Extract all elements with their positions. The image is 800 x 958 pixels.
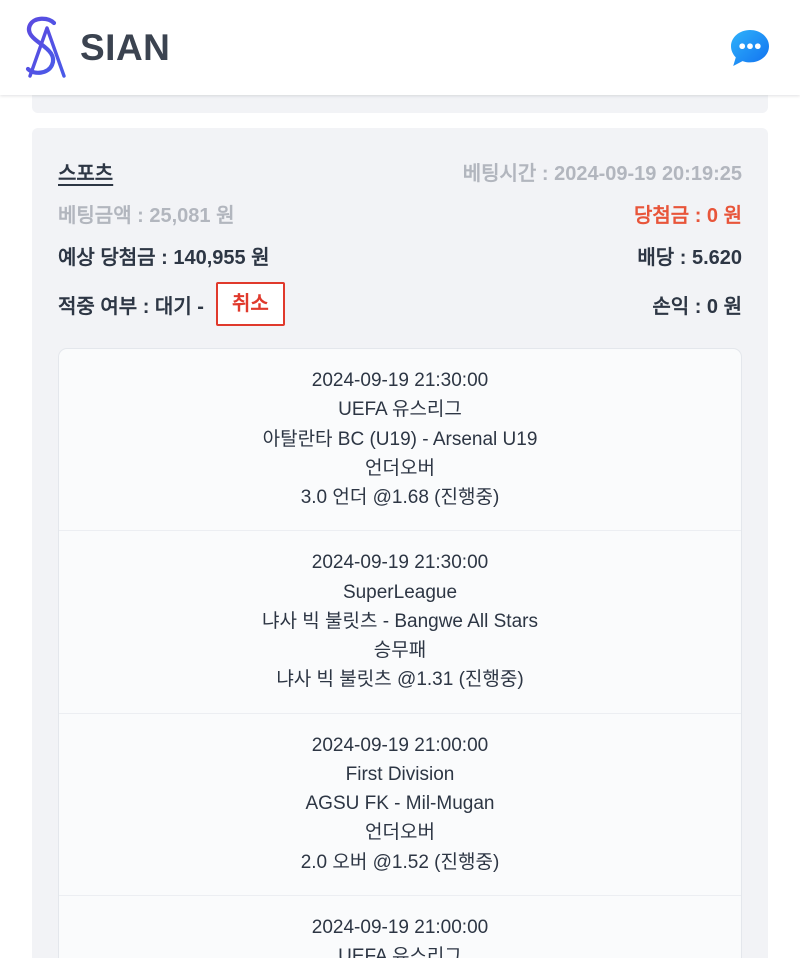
selection-market: 언더오버: [365, 822, 435, 844]
cancel-button[interactable]: 취소: [215, 282, 285, 326]
selection-market: 승무패: [373, 640, 427, 661]
result-status-label: 적중 여부 : 대기 -: [58, 295, 204, 318]
summary-row-status: 적중 여부 : 대기 - 취소 손익 : 0 원: [58, 276, 742, 332]
selection-item[interactable]: 2024-09-19 21:00:00 First Division AGSU …: [59, 712, 741, 895]
previous-ticket-card-partial[interactable]: [32, 95, 768, 113]
summary-row-amount: 베팅금액 : 25,081 원 당첨금 : 0 원: [58, 192, 742, 234]
selection-pick: 냐사 빅 불릿츠 @1.31 (진행중): [276, 669, 524, 691]
chat-bubble-icon: [727, 25, 773, 71]
selection-item[interactable]: 2024-09-19 21:00:00 UEFA 유스리그 페예노르트 U19 …: [59, 894, 741, 958]
selection-match: AGSU FK - Mil-Mugan: [305, 793, 495, 814]
selection-match: 아탈란타 BC (U19) - Arsenal U19: [262, 428, 538, 450]
selection-time: 2024-09-19 21:30:00: [311, 370, 489, 391]
win-amount-value: 당첨금 : 0 원: [633, 204, 742, 227]
page-body: 스포츠 베팅시간 : 2024-09-19 20:19:25 베팅금액 : 25…: [0, 95, 800, 958]
selection-match: 냐사 빅 불릿츠 - Bangwe All Stars: [262, 610, 538, 632]
app-header: SIAN: [0, 0, 800, 95]
chat-button[interactable]: [726, 24, 774, 72]
selection-league: SuperLeague: [342, 581, 458, 603]
odds-value: 배당 : 5.620: [637, 246, 742, 269]
sian-monogram-logo-icon: [14, 12, 80, 84]
brand-home-link[interactable]: SIAN: [14, 12, 170, 84]
selection-time: 2024-09-19 21:30:00: [311, 552, 489, 574]
selection-league: First Division: [345, 763, 455, 785]
selection-item[interactable]: 2024-09-19 21:30:00 UEFA 유스리그 아탈란타 BC (U…: [59, 349, 741, 530]
expected-win-value: 예상 당첨금 : 140,955 원: [58, 246, 270, 269]
selection-item[interactable]: 2024-09-19 21:30:00 SuperLeague 냐사 빅 불릿츠…: [59, 530, 741, 712]
bet-amount-value: 베팅금액 : 25,081 원: [58, 204, 235, 227]
selection-league: UEFA 유스리그: [338, 399, 462, 421]
selection-time: 2024-09-19 21:00:00: [311, 916, 489, 938]
summary-row-expected: 예상 당첨금 : 140,955 원 배당 : 5.620: [58, 234, 742, 276]
selection-league: UEFA 유스리그: [338, 946, 462, 958]
selection-pick: 3.0 언더 @1.68 (진행중): [300, 487, 500, 508]
selection-pick: 2.0 오버 @1.52 (진행중): [300, 851, 500, 873]
selection-market: 언더오버: [365, 457, 435, 479]
summary-row-category: 스포츠 베팅시간 : 2024-09-19 20:19:25: [58, 150, 742, 192]
bet-ticket-card: 스포츠 베팅시간 : 2024-09-19 20:19:25 베팅금액 : 25…: [32, 128, 768, 958]
brand-name: SIAN: [80, 27, 171, 68]
sport-category-link[interactable]: 스포츠: [58, 157, 113, 186]
selection-list: 2024-09-19 21:30:00 UEFA 유스리그 아탈란타 BC (U…: [58, 348, 742, 958]
selection-time: 2024-09-19 21:00:00: [311, 734, 489, 756]
bet-time-value: 베팅시간 : 2024-09-19 20:19:25: [462, 162, 742, 185]
profit-value: 손익 : 0 원: [652, 295, 742, 318]
